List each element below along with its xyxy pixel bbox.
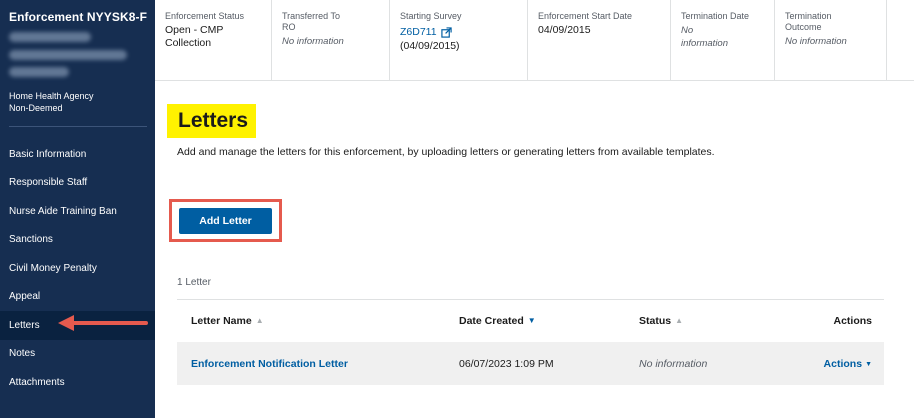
sidebar-item-civil-money-penalty[interactable]: Civil Money Penalty [0, 254, 155, 283]
caret-down-icon[interactable]: ▼︎ [865, 361, 872, 368]
actions-dropdown[interactable]: Actions ▼︎ [824, 358, 872, 370]
status-cell: No information [639, 357, 708, 370]
enforcement-status-label: Enforcement Status [165, 11, 245, 21]
sidebar-item-appeal[interactable]: Appeal [0, 283, 155, 312]
page-description: Add and manage the letters for this enfo… [177, 146, 715, 158]
column-header-status[interactable]: Status ▲︎ [639, 315, 794, 327]
actions-dropdown-label[interactable]: Actions [824, 358, 863, 370]
sort-icon[interactable]: ▲︎ [256, 316, 264, 325]
starting-survey-col: Starting Survey Z6D711 (04/09/2015) [390, 0, 528, 80]
sidebar-nav: Basic Information Responsible Staff Nurs… [0, 140, 155, 397]
starting-survey-date: (04/09/2015) [400, 40, 460, 52]
transferred-to-label: Transferred To RO [282, 11, 341, 32]
sidebar-item-sanctions[interactable]: Sanctions [0, 226, 155, 255]
provider-type: Home Health Agency Non-Deemed [9, 90, 94, 114]
termination-outcome-col: Termination Outcome No information [775, 0, 887, 80]
sidebar-divider [9, 126, 147, 127]
termination-date-value: No information [681, 25, 728, 49]
letter-name-link[interactable]: Enforcement Notification Letter [191, 358, 348, 370]
transferred-to-col: Transferred To RO No information [272, 0, 390, 80]
page-title-highlight: Letters [167, 104, 257, 138]
enforcement-status-value: Open - CMP Collection [165, 24, 224, 49]
redacted-text [9, 67, 69, 77]
add-letter-button[interactable]: Add Letter [179, 208, 272, 234]
table-header-row: Letter Name ▲︎ Date Created ▼︎ Status ▲︎ Ac… [177, 299, 884, 342]
termination-outcome-label: Termination Outcome [785, 11, 832, 32]
sidebar-item-notes[interactable]: Notes [0, 340, 155, 369]
termination-date-col: Termination Date No information [671, 0, 775, 80]
termination-outcome-value: No information [785, 36, 847, 47]
provider-type-line1: Home Health Agency [9, 91, 94, 101]
sidebar-item-responsible-staff[interactable]: Responsible Staff [0, 169, 155, 198]
sidebar-item-nurse-aide-training-ban[interactable]: Nurse Aide Training Ban [0, 197, 155, 226]
enforcement-info-bar: Enforcement Status Open - CMP Collection… [155, 0, 914, 81]
enforcement-status-col: Enforcement Status Open - CMP Collection [155, 0, 272, 80]
annotation-arrow-icon [58, 315, 148, 331]
page-title: Letters [178, 109, 249, 132]
sort-descending-icon[interactable]: ▼︎ [528, 316, 536, 325]
enforcement-start-value: 04/09/2015 [538, 24, 591, 36]
sort-icon[interactable]: ▲︎ [675, 316, 683, 325]
letters-page: Letters Add and manage the letters for t… [155, 81, 914, 418]
starting-survey-id[interactable]: Z6D711 [400, 26, 437, 39]
provider-type-line2: Non-Deemed [9, 103, 63, 113]
column-header-date-created-label[interactable]: Date Created [459, 315, 524, 327]
sidebar: Enforcement NYYSK8-F Home Health Agency … [0, 0, 155, 418]
letter-count: 1 Letter [177, 277, 211, 288]
column-header-letter-name-label[interactable]: Letter Name [191, 315, 252, 327]
column-header-status-label[interactable]: Status [639, 315, 671, 327]
enforcement-id-title: Enforcement NYYSK8-F [9, 10, 148, 24]
column-header-letter-name[interactable]: Letter Name ▲︎ [177, 315, 459, 327]
redacted-text [9, 50, 127, 60]
letters-table: Letter Name ▲︎ Date Created ▼︎ Status ▲︎ Ac… [177, 299, 884, 385]
external-link-icon [440, 27, 452, 38]
enforcement-start-label: Enforcement Start Date [538, 11, 633, 21]
table-row: Enforcement Notification Letter 06/07/20… [177, 342, 884, 385]
column-header-actions: Actions [833, 315, 872, 327]
redacted-text [9, 32, 91, 42]
sidebar-item-attachments[interactable]: Attachments [0, 368, 155, 397]
enforcement-start-col: Enforcement Start Date 04/09/2015 [528, 0, 671, 80]
date-created-cell: 06/07/2023 1:09 PM [459, 357, 554, 370]
column-header-date-created[interactable]: Date Created ▼︎ [459, 315, 639, 327]
transferred-to-value: No information [282, 36, 344, 47]
starting-survey-link[interactable]: Z6D711 [400, 26, 452, 39]
sidebar-item-basic-information[interactable]: Basic Information [0, 140, 155, 169]
termination-date-label: Termination Date [681, 11, 750, 21]
starting-survey-label: Starting Survey [400, 11, 462, 21]
